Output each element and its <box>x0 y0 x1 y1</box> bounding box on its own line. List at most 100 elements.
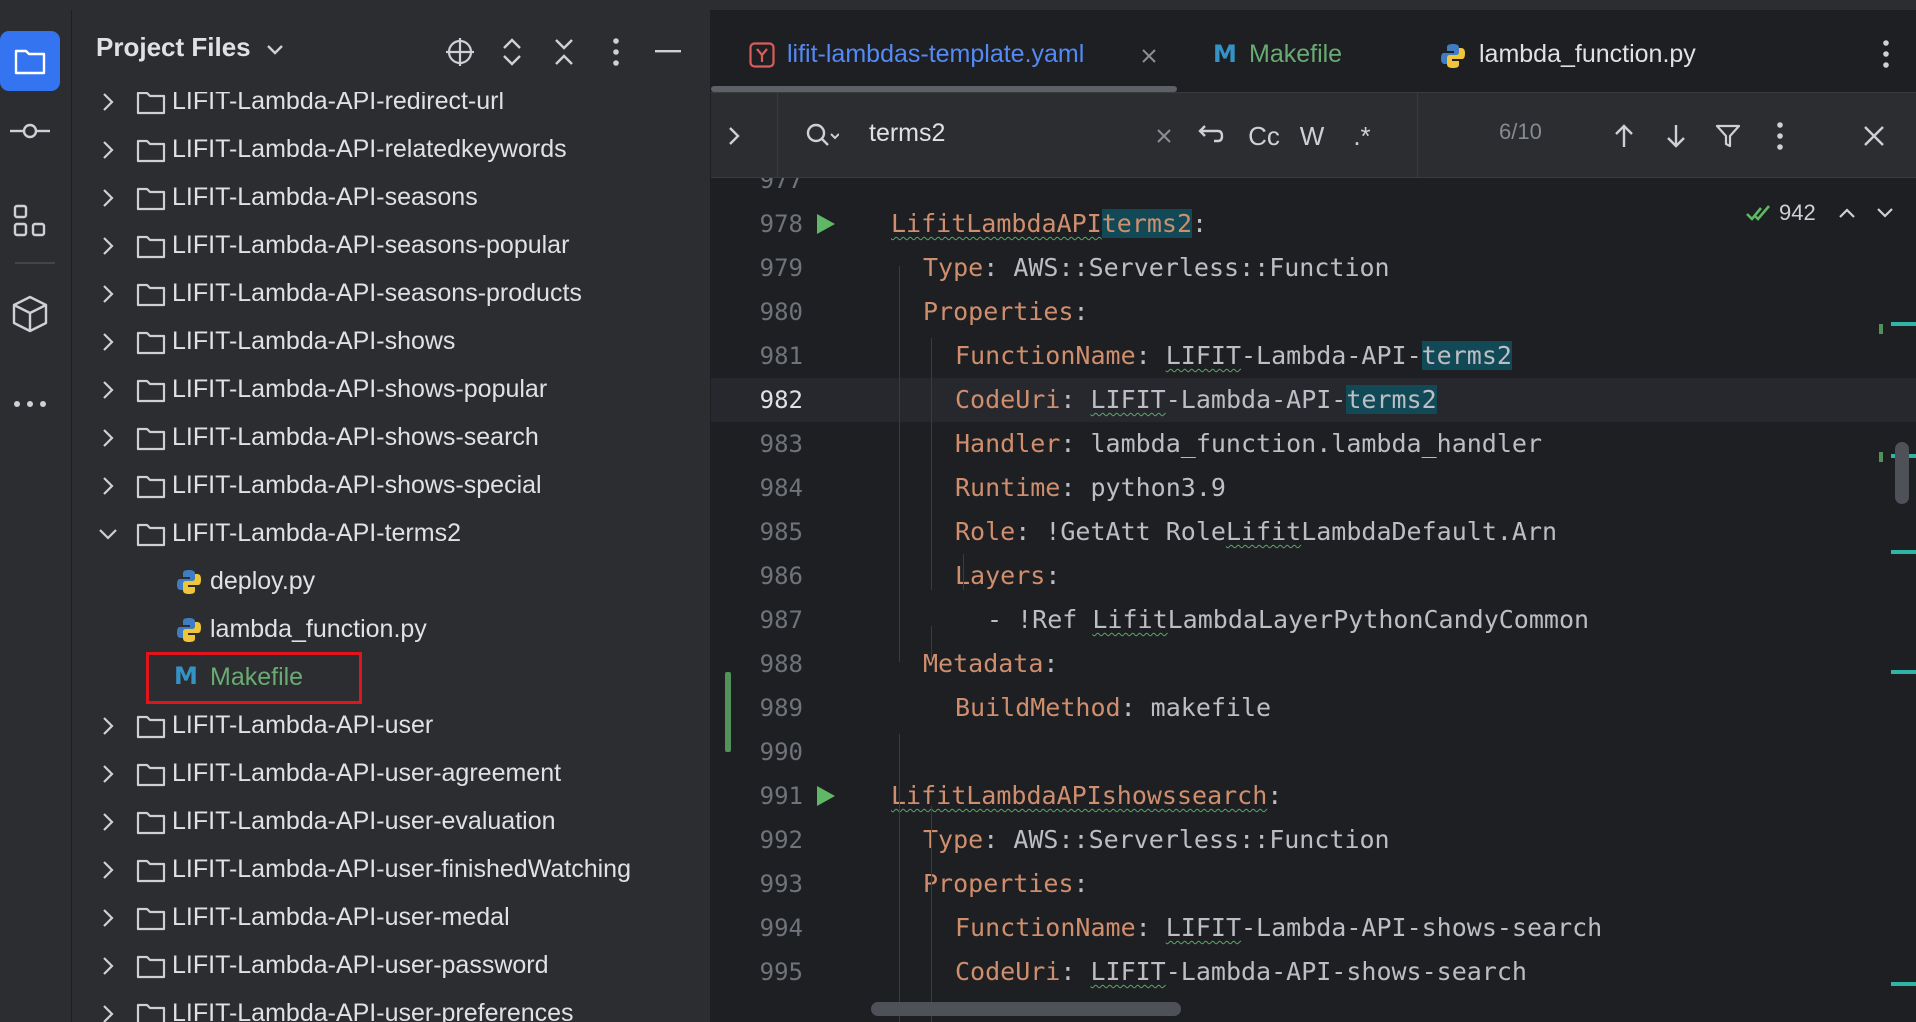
chevron-down-icon[interactable] <box>96 522 120 546</box>
file-item[interactable]: deploy.py <box>72 558 682 606</box>
hide-panel-button[interactable] <box>650 34 686 70</box>
code-line[interactable]: 977 <box>711 178 1916 202</box>
folder-item[interactable]: LIFIT-Lambda-API-user <box>72 702 682 750</box>
project-view-selector[interactable]: Project Files <box>96 32 284 63</box>
locate-file-button[interactable] <box>442 34 478 70</box>
close-find-button[interactable] <box>1855 117 1893 155</box>
chevron-right-icon[interactable] <box>96 282 120 306</box>
folder-item[interactable]: LIFIT-Lambda-API-shows <box>72 318 682 366</box>
chevron-right-icon[interactable] <box>96 138 120 162</box>
folder-item[interactable]: LIFIT-Lambda-API-terms2 <box>72 510 682 558</box>
code-line[interactable]: 984 Runtime: python3.9 <box>711 466 1916 510</box>
code-line[interactable]: 995 CodeUri: LIFIT-Lambda-API-shows-searc… <box>711 950 1916 994</box>
tree-item-label: LIFIT-Lambda-API-user-password <box>172 951 549 979</box>
toggle-replace-button[interactable] <box>715 117 753 155</box>
close-icon[interactable] <box>1141 48 1157 64</box>
tab-makefile[interactable]: M Makefile <box>1201 10 1391 92</box>
code-line[interactable]: 993 Properties: <box>711 862 1916 906</box>
commit-tool-button[interactable] <box>0 101 60 161</box>
chevron-right-icon[interactable] <box>96 714 120 738</box>
editor-vertical-scrollbar[interactable] <box>1895 442 1909 504</box>
code-text: Properties: <box>923 297 1089 326</box>
code-line[interactable]: 994 FunctionName: LIFIT-Lambda-API-shows-… <box>711 906 1916 950</box>
services-tool-button[interactable] <box>0 284 60 344</box>
new-line-toggle[interactable] <box>1191 117 1229 155</box>
folder-item[interactable]: LIFIT-Lambda-API-user-preferences <box>72 990 682 1022</box>
chevron-right-icon[interactable] <box>96 234 120 258</box>
chevron-right-icon[interactable] <box>96 330 120 354</box>
yaml-key: Type <box>923 825 984 854</box>
search-input[interactable]: terms2 <box>869 119 1129 153</box>
code-line[interactable]: 980 Properties: <box>711 290 1916 334</box>
folder-item[interactable]: LIFIT-Lambda-API-shows-popular <box>72 366 682 414</box>
yaml-key: Handler <box>955 429 1061 458</box>
folder-item[interactable]: LIFIT-Lambda-API-seasons-products <box>72 270 682 318</box>
code-line[interactable]: 987 - !Ref LifitLambdaLayerPythonCandyCom… <box>711 598 1916 642</box>
folder-item[interactable]: LIFIT-Lambda-API-relatedkeywords <box>72 126 682 174</box>
folder-item[interactable]: LIFIT-Lambda-API-user-agreement <box>72 750 682 798</box>
chevron-right-icon[interactable] <box>96 378 120 402</box>
file-item[interactable]: lambda_function.py <box>72 606 682 654</box>
folder-item[interactable]: LIFIT-Lambda-API-user-password <box>72 942 682 990</box>
search-result-marker[interactable] <box>1891 982 1916 986</box>
code-line[interactable]: 988 Metadata: <box>711 642 1916 686</box>
chevron-right-icon[interactable] <box>96 954 120 978</box>
tab-lifit-lambdas-template-yaml[interactable]: lifit-lambdas-template.yaml <box>737 10 1177 92</box>
folder-item[interactable]: LIFIT-Lambda-API-seasons-popular <box>72 222 682 270</box>
code-line[interactable]: 985 Role: !GetAtt RoleLifitLambdaDefault.… <box>711 510 1916 554</box>
run-icon[interactable] <box>817 214 835 234</box>
editor-horizontal-scrollbar[interactable] <box>871 1002 1181 1016</box>
whole-word-toggle[interactable]: W <box>1293 117 1331 155</box>
folder-item[interactable]: LIFIT-Lambda-API-shows-search <box>72 414 682 462</box>
chevron-right-icon[interactable] <box>96 92 120 114</box>
search-result-marker[interactable] <box>1891 670 1916 674</box>
code-line[interactable]: 991 LifitLambdaAPIshowssearch: <box>711 774 1916 818</box>
collapse-all-button[interactable] <box>546 34 582 70</box>
structure-tool-button[interactable] <box>0 191 60 251</box>
match-case-toggle[interactable]: Cc <box>1241 117 1287 155</box>
chevron-right-icon[interactable] <box>96 906 120 930</box>
chevron-right-icon[interactable] <box>96 810 120 834</box>
code-line[interactable]: 989 BuildMethod: makefile <box>711 686 1916 730</box>
chevron-right-icon[interactable] <box>96 1002 120 1022</box>
run-icon[interactable] <box>817 786 835 806</box>
code-line[interactable]: 978 LifitLambdaAPIterms2: <box>711 202 1916 246</box>
regex-toggle[interactable]: .* <box>1343 117 1381 155</box>
project-tree: LIFIT-Lambda-API-redirect-url LIFIT-Lambd… <box>72 92 682 1022</box>
tab-lambda-function-py[interactable]: lambda_function.py <box>1427 10 1747 92</box>
folder-item[interactable]: LIFIT-Lambda-API-shows-special <box>72 462 682 510</box>
chevron-right-icon[interactable] <box>96 426 120 450</box>
search-result-marker[interactable] <box>1891 322 1916 326</box>
more-tools-button[interactable] <box>0 374 60 434</box>
folder-item[interactable]: LIFIT-Lambda-API-user-evaluation <box>72 798 682 846</box>
vcs-change-marker[interactable] <box>725 672 731 752</box>
folder-item[interactable]: LIFIT-Lambda-API-redirect-url <box>72 92 682 126</box>
chevron-right-icon[interactable] <box>96 474 120 498</box>
project-options-button[interactable] <box>598 34 634 70</box>
code-editor[interactable]: 942 977 978 LifitLambdaAPIterms2: 979 Type: … <box>711 178 1916 1022</box>
code-line[interactable]: 981 FunctionName: LIFIT-Lambda-API-terms2 <box>711 334 1916 378</box>
expand-all-button[interactable] <box>494 34 530 70</box>
next-occurrence-button[interactable] <box>1657 117 1695 155</box>
search-history-button[interactable] <box>803 117 841 155</box>
folder-item[interactable]: LIFIT-Lambda-API-user-finishedWatching <box>72 846 682 894</box>
folder-item[interactable]: LIFIT-Lambda-API-user-medal <box>72 894 682 942</box>
search-result-marker[interactable] <box>1891 550 1916 554</box>
code-line[interactable]: 992 Type: AWS::Serverless::Function <box>711 818 1916 862</box>
chevron-right-icon[interactable] <box>96 858 120 882</box>
folder-item[interactable]: LIFIT-Lambda-API-seasons <box>72 174 682 222</box>
code-line[interactable]: 990 <box>711 730 1916 774</box>
tab-options-button[interactable] <box>1871 36 1901 72</box>
chevron-right-icon[interactable] <box>96 762 120 786</box>
code-line[interactable]: 983 Handler: lambda_function.lambda_handl… <box>711 422 1916 466</box>
clear-search-button[interactable] <box>1145 117 1183 155</box>
filter-button[interactable] <box>1709 117 1747 155</box>
previous-occurrence-button[interactable] <box>1605 117 1643 155</box>
find-options-button[interactable] <box>1761 117 1799 155</box>
code-line[interactable]: 986 Layers: <box>711 554 1916 598</box>
code-line[interactable]: 982 CodeUri: LIFIT-Lambda-API-terms2 <box>711 378 1916 422</box>
line-number: 994 <box>759 914 803 942</box>
chevron-right-icon[interactable] <box>96 186 120 210</box>
project-tool-button[interactable] <box>0 31 60 91</box>
code-line[interactable]: 979 Type: AWS::Serverless::Function <box>711 246 1916 290</box>
